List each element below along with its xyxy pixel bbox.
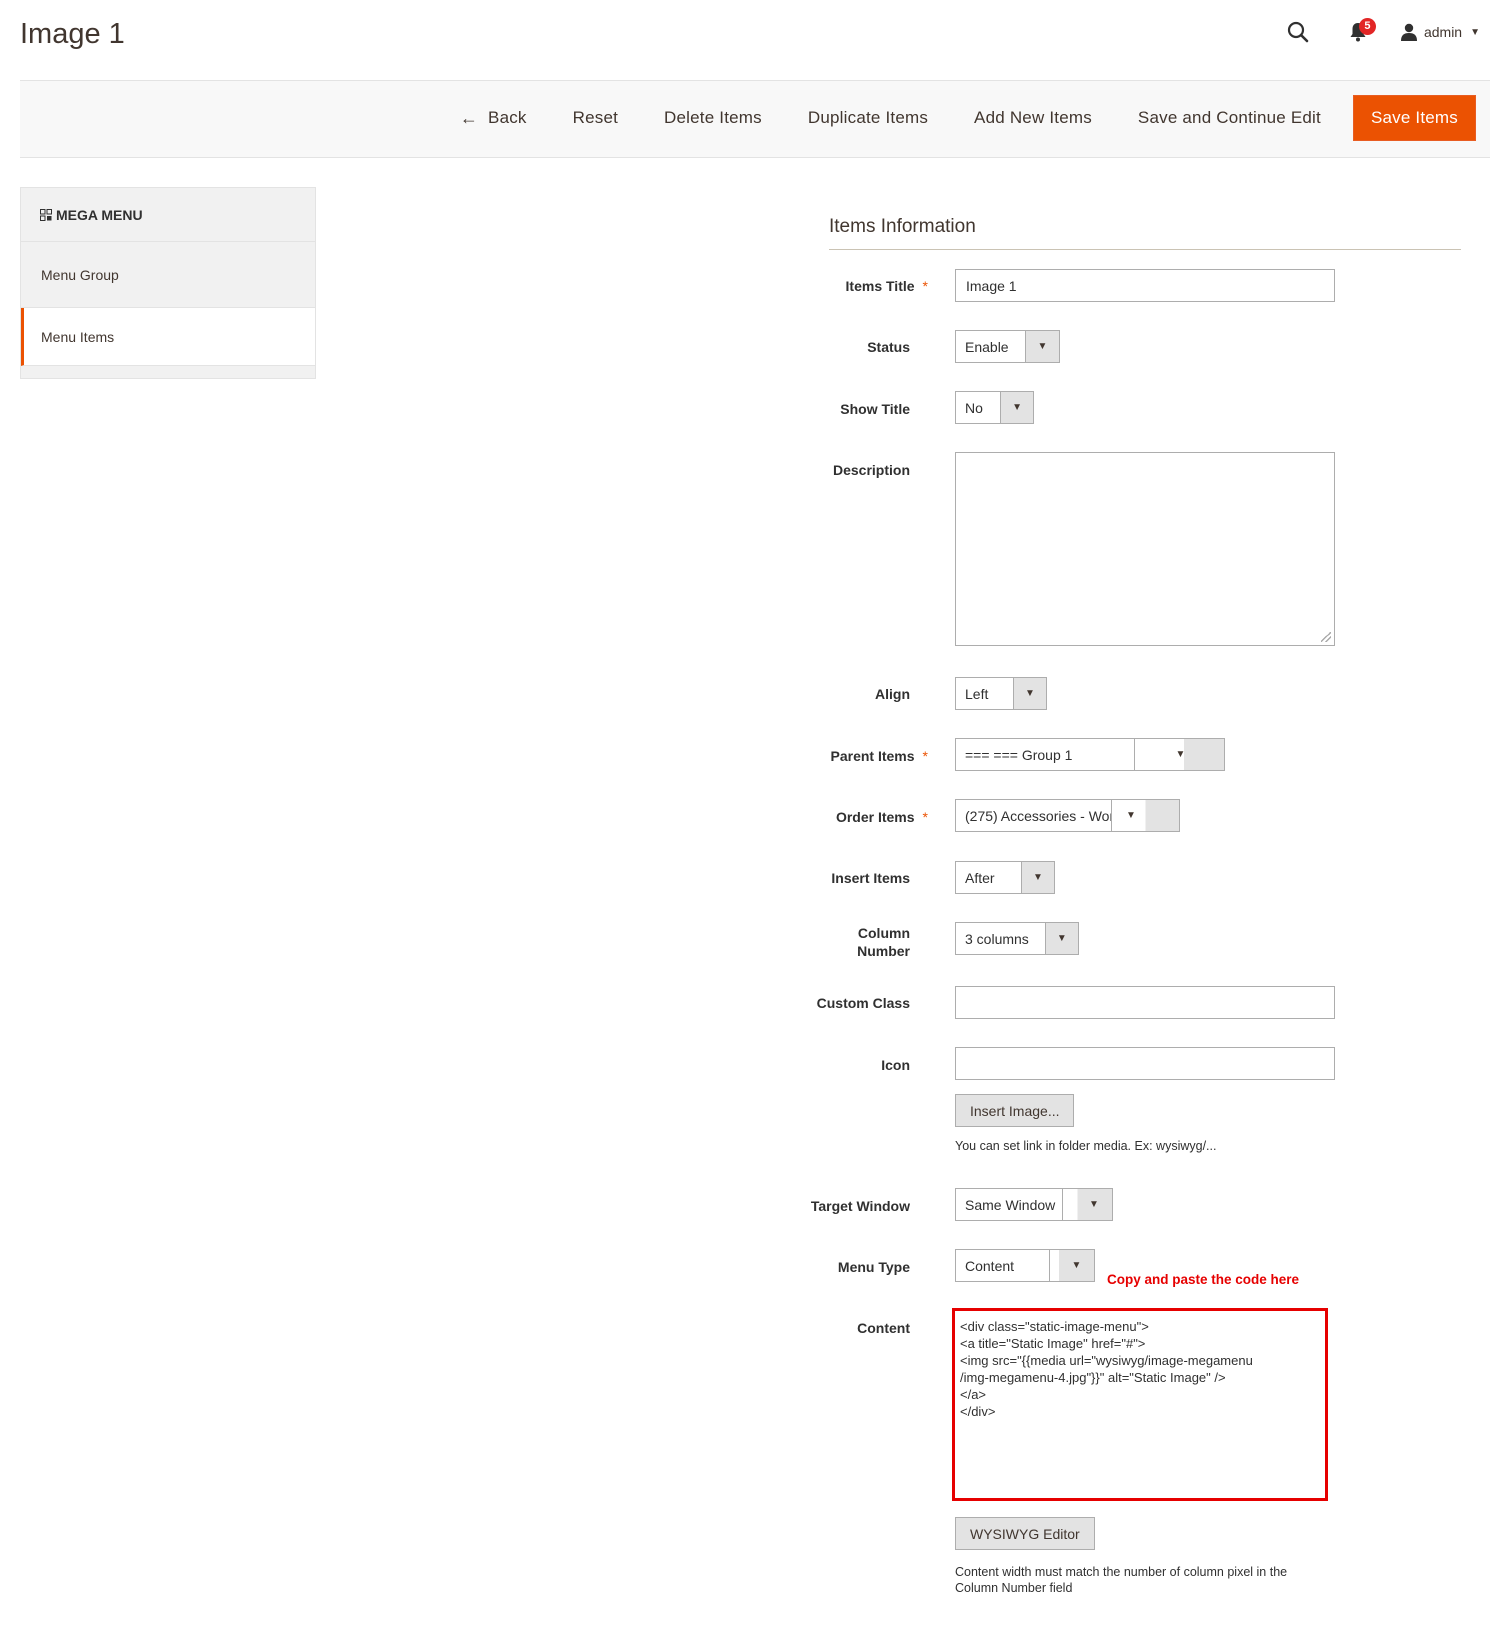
user-menu[interactable]: admin ▼ bbox=[1400, 23, 1480, 41]
chevron-down-icon: ▼ bbox=[1062, 1189, 1112, 1220]
align-select[interactable]: Left ▼ bbox=[955, 677, 1047, 710]
resize-handle[interactable] bbox=[1321, 632, 1331, 642]
sidebar-item-menu-items[interactable]: Menu Items bbox=[21, 308, 315, 366]
icon-input[interactable] bbox=[955, 1047, 1335, 1080]
insert-items-label: Insert Items bbox=[831, 870, 910, 886]
chevron-down-icon: ▼ bbox=[1049, 1250, 1094, 1281]
status-label: Status bbox=[867, 339, 910, 355]
description-textarea[interactable] bbox=[955, 452, 1335, 646]
chevron-down-icon: ▼ bbox=[1012, 678, 1046, 709]
custom-class-label: Custom Class bbox=[816, 995, 910, 1011]
grid-icon bbox=[40, 208, 52, 221]
insert-items-select[interactable]: After ▼ bbox=[955, 861, 1055, 894]
chevron-down-icon: ▼ bbox=[1044, 923, 1078, 954]
parent-items-label: Parent Items * bbox=[830, 748, 929, 764]
content-help-note: Content width must match the number of c… bbox=[955, 1565, 1288, 1595]
notification-count-badge: 5 bbox=[1358, 18, 1376, 35]
page-actions-bar: ← Back Reset Delete Items Duplicate Items… bbox=[20, 80, 1490, 158]
content-hint: Copy and paste the code here bbox=[1107, 1272, 1300, 1287]
section-title: Items Information bbox=[829, 216, 976, 237]
user-icon bbox=[1400, 23, 1417, 41]
menu-type-label: Menu Type bbox=[837, 1259, 910, 1275]
items-title-input[interactable]: Image 1 bbox=[955, 269, 1335, 302]
delete-items-button[interactable]: Delete Items bbox=[641, 95, 785, 141]
sidebar-item-menu-group[interactable]: Menu Group bbox=[21, 242, 315, 308]
parent-items-select[interactable]: === === Group 1 ▼ bbox=[955, 738, 1225, 771]
column-number-label: Column Number bbox=[857, 925, 910, 959]
items-title-label: Items Title * bbox=[845, 278, 928, 294]
notifications-bell-icon[interactable]: 5 bbox=[1340, 14, 1376, 50]
chevron-down-icon: ▼ bbox=[1470, 26, 1480, 38]
chevron-down-icon: ▼ bbox=[1020, 862, 1054, 893]
icon-label: Icon bbox=[881, 1057, 910, 1073]
align-label: Align bbox=[875, 686, 910, 702]
target-window-select[interactable]: Same Window ▼ bbox=[955, 1188, 1113, 1221]
column-number-select[interactable]: 3 columns ▼ bbox=[955, 922, 1079, 955]
chevron-down-icon: ▼ bbox=[1000, 392, 1033, 423]
search-icon[interactable] bbox=[1280, 14, 1316, 50]
content-label: Content bbox=[857, 1320, 910, 1336]
save-items-button[interactable]: Save Items bbox=[1352, 95, 1476, 141]
show-title-select[interactable]: No ▼ bbox=[955, 391, 1034, 424]
chevron-down-icon: ▼ bbox=[1134, 739, 1224, 770]
sidebar: MEGA MENU Menu Group Menu Items bbox=[20, 187, 316, 379]
back-button[interactable]: ← Back bbox=[437, 95, 550, 141]
order-items-select[interactable]: (275) Accessories - Women ▼ bbox=[955, 799, 1180, 832]
page-title: Image 1 bbox=[20, 18, 125, 50]
status-select[interactable]: Enable ▼ bbox=[955, 330, 1060, 363]
user-name: admin bbox=[1423, 24, 1463, 40]
header-actions: 5 admin ▼ bbox=[1280, 14, 1480, 50]
chevron-down-icon: ▼ bbox=[1111, 800, 1179, 831]
reset-button[interactable]: Reset bbox=[550, 95, 641, 141]
duplicate-items-button[interactable]: Duplicate Items bbox=[785, 95, 951, 141]
arrow-left-icon: ← bbox=[459, 107, 479, 128]
wysiwyg-editor-button[interactable]: WYSIWYG Editor bbox=[955, 1517, 1095, 1550]
insert-image-button[interactable]: Insert Image... bbox=[955, 1094, 1075, 1127]
description-label: Description bbox=[832, 462, 910, 478]
add-new-items-button[interactable]: Add New Items bbox=[951, 95, 1115, 141]
icon-help-note: You can set link in folder media. Ex: wy… bbox=[955, 1139, 1217, 1153]
custom-class-input[interactable] bbox=[955, 986, 1335, 1019]
order-items-label: Order Items * bbox=[835, 809, 928, 825]
show-title-label: Show Title bbox=[840, 401, 910, 417]
sidebar-heading: MEGA MENU bbox=[21, 188, 315, 242]
save-and-continue-button[interactable]: Save and Continue Edit bbox=[1115, 95, 1344, 141]
chevron-down-icon: ▼ bbox=[1024, 331, 1059, 362]
target-window-label: Target Window bbox=[810, 1198, 910, 1214]
section-divider bbox=[829, 249, 1461, 250]
menu-type-select[interactable]: Content ▼ bbox=[955, 1249, 1095, 1282]
content-textarea[interactable]: <div class="static-image-menu"> <a title… bbox=[952, 1308, 1328, 1501]
